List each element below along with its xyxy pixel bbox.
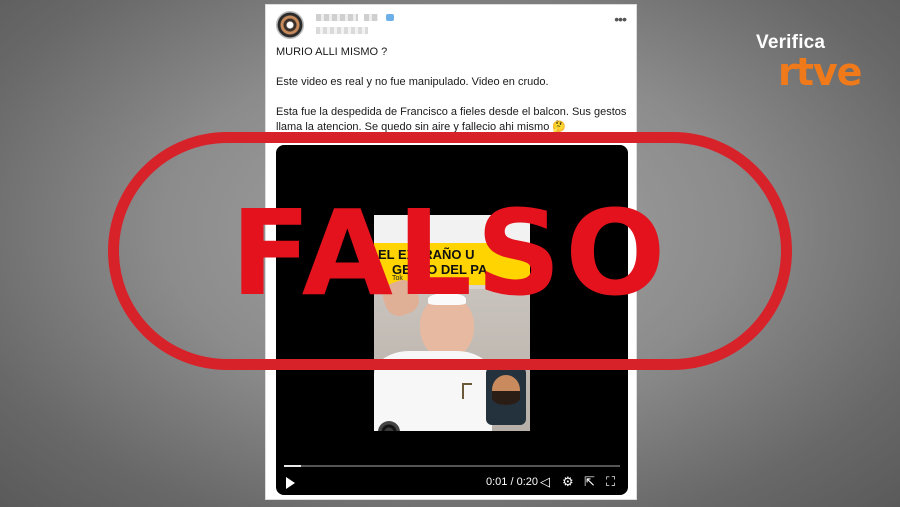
play-icon[interactable]: [286, 477, 295, 489]
pixelated-username-part: [364, 14, 378, 21]
video-progress-bar[interactable]: [284, 465, 620, 467]
post-text: MURIO ALLI MISMO ? Este video es real y …: [276, 45, 628, 135]
post-text-line: MURIO ALLI MISMO ?: [276, 46, 388, 58]
fullscreen-icon[interactable]: ⛶: [606, 474, 615, 490]
brand-rtve: rtve: [778, 50, 862, 94]
post-text-line: Este video es real y no fue manipulado. …: [276, 76, 549, 88]
pixelated-handle: [316, 27, 368, 34]
more-horizontal-icon[interactable]: •••: [614, 11, 627, 27]
verified-badge-icon: [386, 14, 394, 21]
video-controls: 0:01 / 0:20 ◁ ⚙ ⇱ ⛶: [276, 473, 628, 493]
video-progress-fill: [284, 465, 301, 467]
post-text-line: Esta fue la despedida de Francisco a fie…: [276, 106, 627, 133]
share-icon[interactable]: ⇱: [584, 474, 595, 490]
settings-icon[interactable]: ⚙: [562, 474, 574, 490]
cross-icon: [462, 383, 472, 399]
post-header: •••: [276, 11, 628, 41]
avatar[interactable]: [276, 11, 304, 39]
falso-stamp-label: FALSO: [230, 184, 670, 322]
video-time: 0:01 / 0:20: [486, 476, 538, 488]
volume-icon[interactable]: ◁: [540, 474, 550, 490]
verifica-rtve-logo: Verifica rtve: [756, 32, 868, 94]
pixelated-username: [316, 14, 358, 21]
